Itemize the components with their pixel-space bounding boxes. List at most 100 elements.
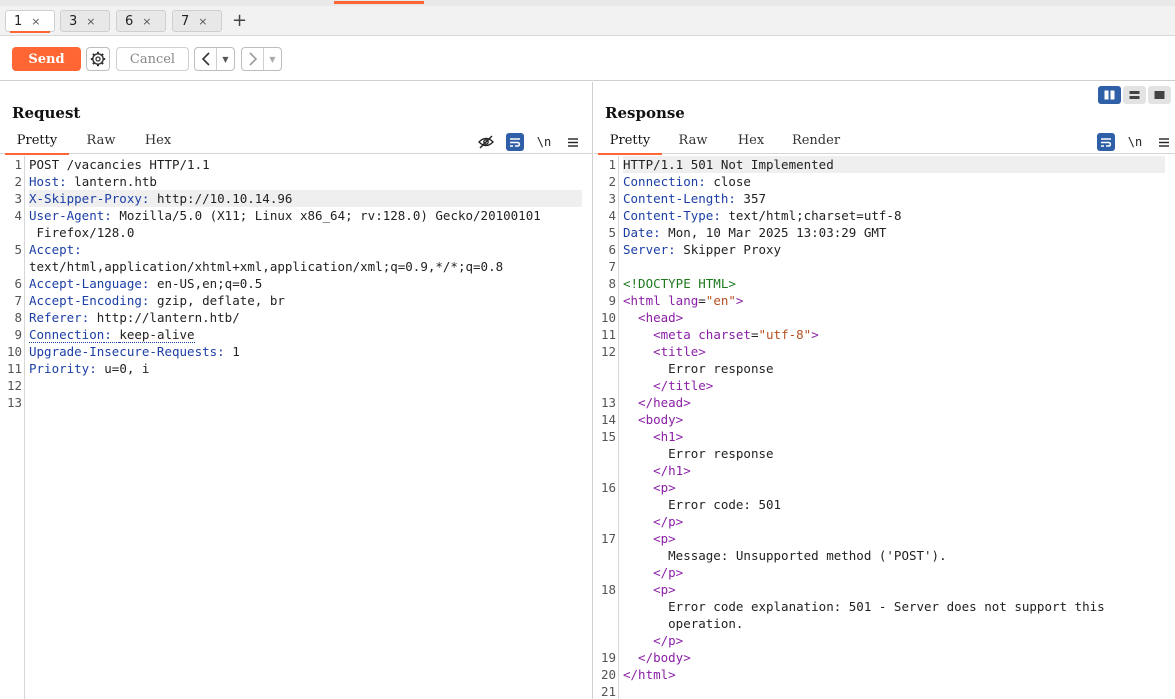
code-line: Error code: 501 bbox=[668, 497, 782, 512]
line-number: 18 bbox=[600, 582, 616, 597]
code-line: Error response bbox=[668, 446, 774, 461]
newline-toggle[interactable]: \n bbox=[1126, 133, 1144, 151]
line-number: 15 bbox=[600, 429, 616, 444]
word-wrap-icon[interactable] bbox=[1097, 133, 1115, 151]
line-number: 6 bbox=[14, 276, 22, 291]
line-number: 8 bbox=[14, 310, 22, 325]
code-line: <body> bbox=[623, 412, 684, 427]
tab-3[interactable]: 3 × bbox=[60, 10, 110, 32]
code-line: Connection: close bbox=[623, 174, 751, 189]
code-line: Message: Unsupported method ('POST'). bbox=[668, 548, 947, 563]
add-tab-button[interactable]: + bbox=[232, 12, 247, 30]
request-subtabs: Pretty Raw Hex \n bbox=[0, 130, 592, 155]
line-number: 17 bbox=[600, 531, 616, 546]
forward-button[interactable] bbox=[242, 48, 264, 70]
settings-button[interactable] bbox=[86, 47, 110, 71]
forward-history-dropdown[interactable]: ▼ bbox=[264, 48, 281, 70]
tab-hex[interactable]: Hex bbox=[136, 133, 180, 153]
chevron-right-icon bbox=[248, 52, 257, 66]
code-line: POST /vacancies HTTP/1.1 bbox=[29, 157, 210, 172]
response-code: HTTP/1.1 501 Not Implemented Connection:… bbox=[623, 156, 1165, 699]
code-line: <p> bbox=[623, 582, 676, 597]
code-line: Date: Mon, 10 Mar 2025 13:03:29 GMT bbox=[623, 225, 887, 240]
layout-toggle-group bbox=[1098, 86, 1171, 104]
rows-icon bbox=[1129, 91, 1140, 99]
code-line: <title> bbox=[623, 344, 706, 359]
line-number: 5 bbox=[14, 242, 22, 257]
code-line: Host: lantern.htb bbox=[29, 174, 157, 189]
code-line: Accept-Encoding: gzip, deflate, br bbox=[29, 293, 285, 308]
close-icon[interactable]: × bbox=[198, 15, 207, 28]
code-line: <p> bbox=[623, 531, 676, 546]
code-line: </body> bbox=[623, 650, 691, 665]
tab-6[interactable]: 6 × bbox=[116, 10, 166, 32]
tab-pretty[interactable]: Pretty bbox=[5, 133, 69, 155]
back-nav-group: ▼ bbox=[194, 47, 235, 71]
cancel-button[interactable]: Cancel bbox=[116, 47, 189, 71]
response-editor[interactable]: 1 2 3 4 5 6 7 8 9 10 11 12 13 14 15 16 1… bbox=[594, 156, 1175, 699]
line-number: 5 bbox=[608, 225, 616, 240]
line-number: 19 bbox=[600, 650, 616, 665]
code-line: <meta charset="utf-8"> bbox=[623, 327, 819, 342]
layout-stacked-button[interactable] bbox=[1123, 86, 1146, 104]
close-icon[interactable]: × bbox=[142, 15, 151, 28]
back-button[interactable] bbox=[195, 48, 217, 70]
code-line: Accept: bbox=[29, 242, 90, 257]
menu-icon[interactable] bbox=[564, 133, 582, 151]
tab-label: 3 bbox=[69, 13, 78, 29]
forward-nav-group: ▼ bbox=[241, 47, 282, 71]
line-number: 7 bbox=[14, 293, 22, 308]
close-icon[interactable]: × bbox=[86, 15, 95, 28]
code-line-continuation: Firefox/128.0 bbox=[29, 225, 135, 240]
back-history-dropdown[interactable]: ▼ bbox=[217, 48, 234, 70]
tab-raw[interactable]: Raw bbox=[670, 133, 716, 153]
tab-hex[interactable]: Hex bbox=[729, 133, 773, 153]
code-line: Content-Length: 357 bbox=[623, 191, 766, 206]
line-number: 4 bbox=[608, 208, 616, 223]
line-number: 16 bbox=[600, 480, 616, 495]
code-line-continuation: text/html,application/xhtml+xml,applicat… bbox=[29, 259, 504, 274]
request-editor[interactable]: 1 2 3 4 5 6 7 8 9 10 11 12 13 POST /vacancies HTTP/1.… bbox=[0, 156, 592, 699]
tab-1[interactable]: 1 × bbox=[5, 10, 55, 33]
newline-toggle[interactable]: \n bbox=[535, 133, 553, 151]
repeater-tab-bar: 1 × 3 × 6 × 7 × + bbox=[0, 6, 1175, 36]
line-number: 11 bbox=[6, 361, 22, 376]
code-line: <p> bbox=[623, 480, 676, 495]
layout-tabs-button[interactable] bbox=[1148, 86, 1171, 104]
line-number: 8 bbox=[608, 276, 616, 291]
request-editor-tools: \n bbox=[466, 133, 582, 151]
line-number: 14 bbox=[600, 412, 616, 427]
close-icon[interactable]: × bbox=[31, 15, 40, 28]
line-number: 21 bbox=[600, 684, 616, 699]
tab-render[interactable]: Render bbox=[787, 133, 845, 153]
word-wrap-icon[interactable] bbox=[506, 133, 524, 151]
tab-raw[interactable]: Raw bbox=[78, 133, 124, 153]
chevron-left-icon bbox=[201, 52, 210, 66]
code-line: Content-Type: text/html;charset=utf-8 bbox=[623, 208, 902, 223]
tab-pretty[interactable]: Pretty bbox=[598, 133, 662, 155]
gear-icon bbox=[90, 51, 106, 67]
code-line: </p> bbox=[623, 565, 684, 580]
code-line: Accept-Language: en-US,en;q=0.5 bbox=[29, 276, 263, 291]
columns-icon bbox=[1104, 90, 1115, 100]
line-number: 3 bbox=[14, 191, 22, 206]
send-button[interactable]: Send bbox=[12, 47, 81, 71]
tab-label: 6 bbox=[125, 13, 134, 29]
hide-eye-icon[interactable] bbox=[477, 133, 495, 151]
menu-icon[interactable] bbox=[1155, 133, 1173, 151]
line-number: 6 bbox=[608, 242, 616, 257]
tab-7[interactable]: 7 × bbox=[172, 10, 222, 32]
line-number: 1 bbox=[14, 157, 22, 172]
request-panel: Request Pretty Raw Hex \n 1 2 3 4 5 6 7 8 9 10 11 1… bbox=[0, 82, 593, 699]
line-number: 12 bbox=[6, 378, 22, 393]
layout-side-by-side-button[interactable] bbox=[1098, 86, 1121, 104]
line-number: 1 bbox=[608, 157, 616, 172]
code-line: X-Skipper-Proxy: http://10.10.14.96 bbox=[29, 190, 582, 207]
code-line: </title> bbox=[623, 378, 714, 393]
code-line: operation. bbox=[668, 616, 744, 631]
code-line: Priority: u=0, i bbox=[29, 361, 150, 376]
code-line: <h1> bbox=[623, 429, 684, 444]
line-number: 13 bbox=[6, 395, 22, 410]
